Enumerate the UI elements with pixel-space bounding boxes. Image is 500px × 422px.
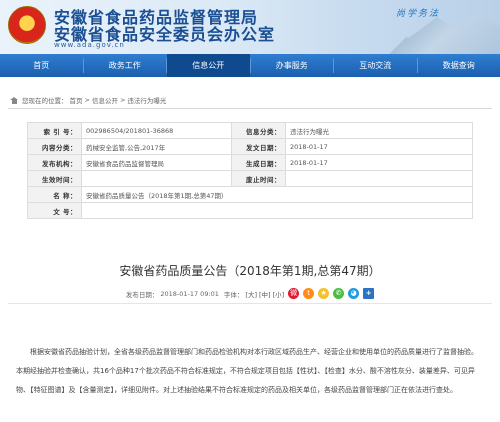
breadcrumb: 您现在的位置： 首页 > 信息公开 > 违法行为曝光 (10, 95, 166, 105)
nav-interaction[interactable]: 互动交流 (334, 54, 417, 77)
font-large-button[interactable]: [大] (245, 289, 257, 299)
table-row: 发布机构： 安徽省食品药品监督管理局 生成日期： 2018-01-17 (27, 154, 473, 171)
abolish-value (285, 170, 473, 187)
abolish-label: 废止时间： (231, 170, 286, 187)
nav-info-disclosure[interactable]: 信息公开 (167, 54, 250, 77)
name-label: 名 称： (27, 186, 82, 203)
national-emblem-icon (8, 6, 46, 44)
category-value: 违法行为曝光 (285, 122, 473, 139)
effective-value (81, 170, 232, 187)
publish-info-bar: 发布日期： 2018-01-17 09:01 字体： [大] [中] [小] 微… (0, 288, 500, 299)
index-label: 索 引 号： (27, 122, 82, 139)
site-header: 安徽省食品药品监督管理局 安徽省食品安全委员会办公室 www.ada.gov.c… (0, 0, 500, 54)
table-row: 索 引 号： 002986504/201801-36868 信息分类： 违法行为… (27, 122, 473, 139)
weibo-icon[interactable]: 微 (288, 288, 300, 299)
table-row: 名 称： 安徽省药品质量公告（2018年第1期,总第47期） (27, 186, 473, 203)
publish-date-label: 发布日期： (125, 290, 159, 299)
doc-date-value: 2018-01-17 (285, 138, 473, 155)
index-value: 002986504/201801-36868 (81, 122, 232, 139)
home-icon (10, 96, 18, 104)
nav-home[interactable]: 首页 (0, 54, 83, 77)
breadcrumb-prefix: 您现在的位置： (22, 97, 68, 105)
breadcrumb-info-disclosure[interactable]: 信息公开 (92, 95, 118, 105)
table-row: 生效时间： 废止时间： (27, 170, 473, 187)
table-row: 文 号： (27, 202, 473, 219)
name-value: 安徽省药品质量公告（2018年第1期,总第47期） (81, 186, 473, 203)
font-size-label: 字体： (223, 290, 244, 299)
tencent-weibo-icon[interactable]: t (303, 288, 315, 299)
breadcrumb-violations[interactable]: 违法行为曝光 (127, 95, 166, 105)
article-title: 安徽省药品质量公告（2018年第1期,总第47期） (119, 264, 381, 278)
content-value: 药械安全监管,公告,2017年 (81, 138, 232, 155)
breadcrumb-home[interactable]: 首页 (70, 95, 83, 105)
site-url: www.ada.gov.cn (54, 41, 125, 49)
docno-value (81, 202, 473, 219)
main-nav: 首页 政务工作 信息公开 办事服务 互动交流 数据查询 (0, 54, 500, 77)
nav-services[interactable]: 办事服务 (251, 54, 334, 77)
title-divider (8, 303, 492, 304)
table-row: 内容分类： 药械安全监管,公告,2017年 发文日期： 2018-01-17 (27, 138, 473, 155)
breadcrumb-separator: > (84, 96, 90, 104)
more-share-icon[interactable]: + (363, 288, 375, 299)
wechat-icon[interactable]: ✆ (333, 288, 345, 299)
gen-date-value: 2018-01-17 (285, 154, 473, 171)
nav-data-query[interactable]: 数据查询 (418, 54, 500, 77)
doc-date-label: 发文日期： (231, 138, 286, 155)
content-label: 内容分类： (27, 138, 82, 155)
font-medium-button[interactable]: [中] (259, 289, 271, 299)
publish-date: 2018-01-17 09:01 (160, 289, 219, 298)
metadata-table: 索 引 号： 002986504/201801-36868 信息分类： 违法行为… (27, 122, 473, 219)
breadcrumb-separator: > (119, 96, 126, 104)
docno-label: 文 号： (27, 202, 82, 219)
qzone-icon[interactable]: ★ (318, 288, 330, 299)
category-label: 信息分类： (231, 122, 286, 139)
gen-date-label: 生成日期： (231, 154, 286, 171)
header-slogan: 尚学务法 (395, 9, 440, 19)
effective-label: 生效时间： (27, 170, 82, 187)
font-small-button[interactable]: [小] (273, 289, 285, 299)
article-body: 根据安徽省药品抽验计划，全省各级药品监督管理部门和药品检验机构对本行政区域药品生… (16, 348, 478, 394)
publisher-label: 发布机构： (27, 154, 82, 171)
nav-government-work[interactable]: 政务工作 (84, 54, 167, 77)
publisher-value: 安徽省食品药品监督管理局 (81, 154, 232, 171)
qq-icon[interactable]: ◕ (348, 288, 360, 299)
breadcrumb-divider (8, 108, 492, 109)
